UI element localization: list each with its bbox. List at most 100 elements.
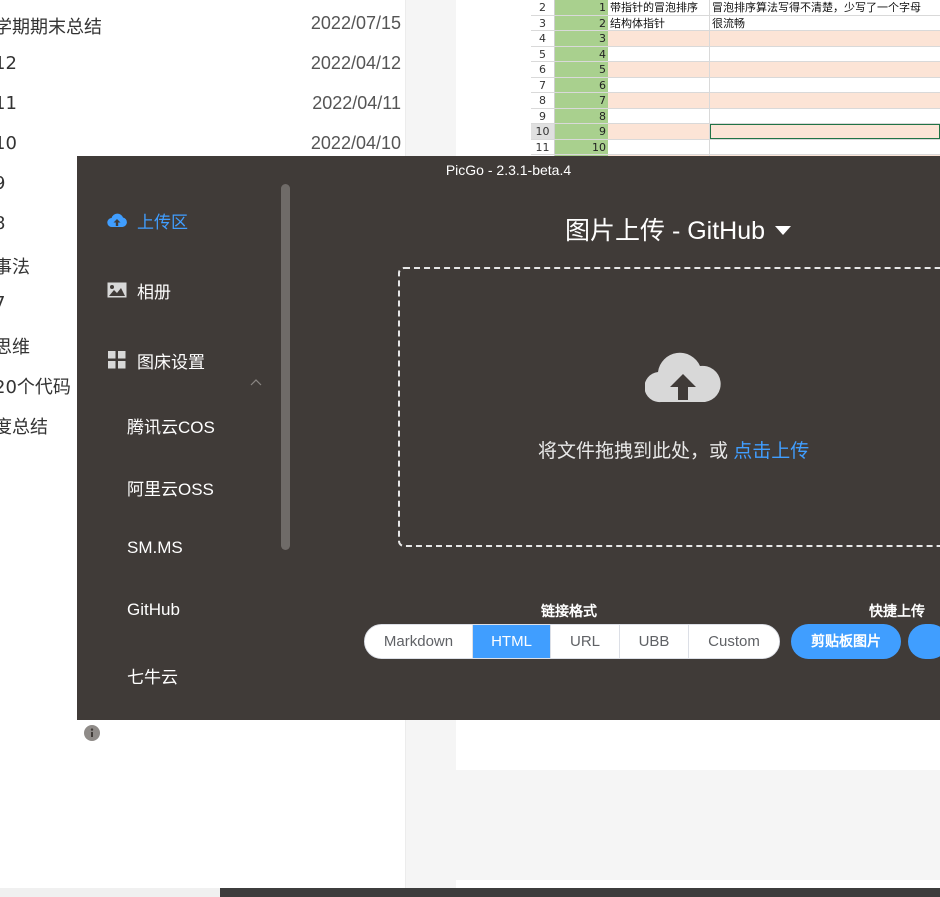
sheet-row: 87 xyxy=(531,93,940,109)
row-number[interactable]: 4 xyxy=(531,31,555,46)
topic-cell[interactable] xyxy=(608,46,710,61)
upload-dropzone[interactable]: 将文件拖拽到此处，或 点击上传 xyxy=(398,267,940,547)
sidebar-subitem-smms[interactable]: SM.MS xyxy=(127,538,183,558)
sidebar-item-pic-bed-settings[interactable]: 图床设置 xyxy=(107,345,205,375)
sidebar-item-upload[interactable]: 上传区 xyxy=(107,205,188,235)
row-number[interactable]: 10 xyxy=(531,124,555,139)
note-cell[interactable] xyxy=(710,62,940,77)
topic-cell[interactable] xyxy=(608,62,710,77)
index-cell[interactable]: 3 xyxy=(555,31,608,46)
sidebar-item-album[interactable]: 相册 xyxy=(107,275,171,305)
sidebar-subitem-aliyun-oss[interactable]: 阿里云OSS xyxy=(127,475,214,500)
note-cell[interactable] xyxy=(710,109,940,124)
cloud-upload-icon xyxy=(644,346,721,406)
sheet-row: 54 xyxy=(531,46,940,62)
topic-cell[interactable] xyxy=(608,124,710,139)
sheet-row: 11 10 xyxy=(531,139,940,155)
topic-cell[interactable] xyxy=(608,139,710,154)
file-date: 2022/04/11 xyxy=(312,93,401,113)
topic-cell[interactable] xyxy=(608,31,710,46)
row-number[interactable]: 5 xyxy=(531,46,555,61)
sheet-row: 98 xyxy=(531,108,940,124)
taskbar xyxy=(220,888,940,897)
row-number[interactable]: 9 xyxy=(531,108,555,123)
link-format-group: Markdown HTML URL UBB Custom xyxy=(364,624,780,659)
file-name: 8 xyxy=(0,213,5,234)
index-cell[interactable]: 10 xyxy=(555,139,608,154)
file-name: 20个代码 xyxy=(0,377,71,398)
topic-cell[interactable] xyxy=(608,108,710,123)
sidebar-subitem-tencent-cos[interactable]: 腾讯云COS xyxy=(127,413,215,438)
topic-cell[interactable] xyxy=(608,93,710,108)
file-name: 10 xyxy=(0,133,17,154)
topic-cell[interactable]: 带指针的冒泡排序 xyxy=(608,0,710,15)
file-name: 7 xyxy=(0,293,5,314)
note-cell[interactable] xyxy=(710,78,940,93)
row-number[interactable]: 7 xyxy=(531,77,555,92)
topic-cell[interactable]: 结构体指针 xyxy=(608,15,710,30)
file-name: 12 xyxy=(0,53,17,74)
file-date: 2022/07/15 xyxy=(310,13,401,33)
index-cell[interactable]: 2 xyxy=(555,15,608,30)
sheet-row: 2 1 带指针的冒泡排序 冒泡排序算法写得不清楚，少写了一个字母 xyxy=(531,0,940,16)
topic-cell[interactable] xyxy=(608,77,710,92)
row-number[interactable]: 8 xyxy=(531,93,555,108)
note-cell[interactable]: 很流畅 xyxy=(710,16,940,31)
file-name: 11 xyxy=(0,93,17,114)
index-cell[interactable]: 4 xyxy=(555,46,608,61)
file-list-item[interactable]: 12 2022/04/12 xyxy=(0,43,406,83)
sheet-row: 65 xyxy=(531,62,940,78)
format-html-button[interactable]: HTML xyxy=(473,625,551,658)
format-custom-button[interactable]: Custom xyxy=(689,625,779,658)
file-name: 学期期末总结 xyxy=(0,17,102,38)
quick-upload-button[interactable] xyxy=(908,624,940,659)
sidebar-subitem-github[interactable]: GitHub xyxy=(127,600,180,620)
index-cell[interactable]: 1 xyxy=(555,0,608,15)
index-cell[interactable]: 9 xyxy=(555,124,608,139)
sidebar-subitem-qiniu[interactable]: 七牛云 xyxy=(127,663,178,688)
window-title: PicGo - 2.3.1-beta.4 xyxy=(445,162,572,178)
row-number[interactable]: 3 xyxy=(531,15,555,30)
format-markdown-button[interactable]: Markdown xyxy=(365,625,473,658)
grid-icon xyxy=(107,350,127,370)
chevron-up-icon[interactable] xyxy=(249,376,263,390)
note-cell[interactable] xyxy=(710,140,940,155)
link-format-label: 链接格式 xyxy=(541,603,597,619)
index-cell[interactable]: 5 xyxy=(555,62,608,77)
sheet-row: 10 9 xyxy=(531,124,940,140)
file-list-item[interactable]: 学期期末总结 2022/07/15 xyxy=(0,3,406,43)
note-cell[interactable] xyxy=(710,47,940,62)
note-cell[interactable] xyxy=(710,31,940,46)
note-cell[interactable]: 冒泡排序算法写得不清楚，少写了一个字母 xyxy=(710,0,940,15)
row-number[interactable]: 6 xyxy=(531,62,555,77)
file-list-item[interactable]: 11 2022/04/11 xyxy=(0,83,406,123)
info-icon[interactable] xyxy=(84,725,100,741)
format-url-button[interactable]: URL xyxy=(551,625,620,658)
drop-hint-text: 将文件拖拽到此处，或 xyxy=(538,441,734,462)
file-date: 2022/04/12 xyxy=(310,53,401,73)
click-upload-link[interactable]: 点击上传 xyxy=(733,441,809,462)
index-cell[interactable]: 6 xyxy=(555,77,608,92)
file-name: 事法 xyxy=(0,257,30,278)
sidebar-scrollbar[interactable] xyxy=(281,184,290,550)
row-number[interactable]: 2 xyxy=(531,0,555,15)
clipboard-image-button[interactable]: 剪贴板图片 xyxy=(791,624,901,659)
upload-title-text: 图片上传 - GitHub xyxy=(565,217,766,245)
sheet-row: 3 2 结构体指针 很流畅 xyxy=(531,15,940,31)
row-number[interactable]: 11 xyxy=(531,139,555,154)
sheet-row: 43 xyxy=(531,31,940,47)
image-icon xyxy=(107,280,127,300)
note-cell[interactable] xyxy=(710,124,940,139)
note-cell[interactable] xyxy=(710,93,940,108)
cloud-upload-icon xyxy=(107,210,127,230)
index-cell[interactable]: 8 xyxy=(555,108,608,123)
sidebar: 上传区 相册 图床设置 腾讯云COS 阿里云OSS SM.MS GitHub 七… xyxy=(77,184,292,741)
file-name: 思维 xyxy=(0,337,30,358)
sidebar-item-label: 图床设置 xyxy=(137,352,205,372)
upload-title-dropdown[interactable]: 图片上传 - GitHub xyxy=(565,211,792,247)
picgo-window: PicGo - 2.3.1-beta.4 上传区 相册 图床设置 腾讯云COS … xyxy=(77,156,940,741)
index-cell[interactable]: 7 xyxy=(555,93,608,108)
format-ubb-button[interactable]: UBB xyxy=(620,625,689,658)
sidebar-item-label: 相册 xyxy=(137,282,171,302)
drop-hint: 将文件拖拽到此处，或 点击上传 xyxy=(538,436,809,463)
